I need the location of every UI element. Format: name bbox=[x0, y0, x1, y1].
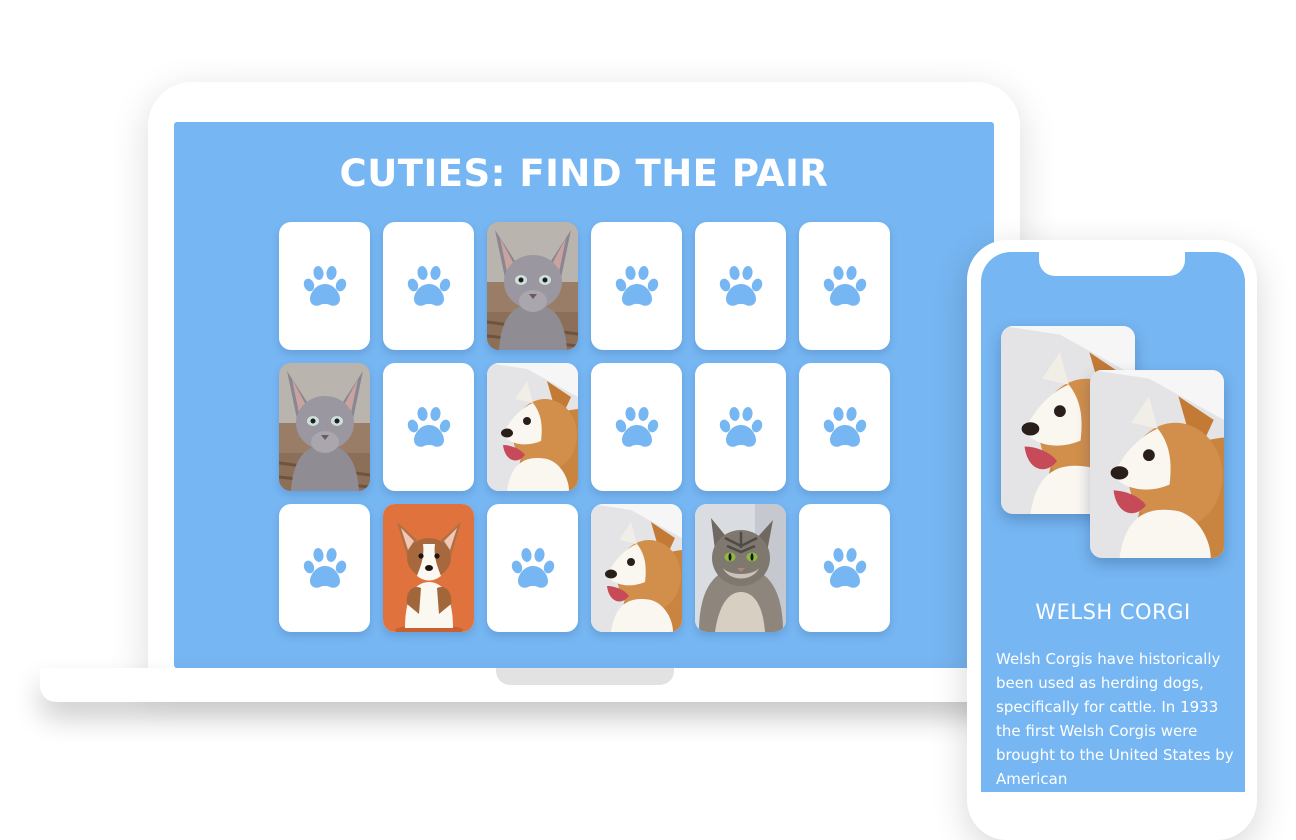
paw-icon bbox=[821, 546, 869, 590]
paw-icon bbox=[509, 546, 557, 590]
matched-card-right bbox=[1090, 370, 1224, 558]
card-face-down[interactable] bbox=[695, 222, 786, 350]
paw-icon bbox=[301, 546, 349, 590]
laptop-base bbox=[40, 668, 1040, 702]
card-face-down[interactable] bbox=[279, 504, 370, 632]
card-face-down[interactable] bbox=[383, 222, 474, 350]
paw-icon bbox=[821, 405, 869, 449]
sphynx-cat-icon bbox=[487, 222, 578, 350]
paw-icon bbox=[405, 264, 453, 308]
laptop-screen: CUTIES: FIND THE PAIR bbox=[174, 122, 994, 668]
card-face-down[interactable] bbox=[799, 222, 890, 350]
paw-icon bbox=[301, 264, 349, 308]
card-face-up[interactable] bbox=[591, 504, 682, 632]
paw-icon bbox=[405, 405, 453, 449]
card-face-down[interactable] bbox=[799, 504, 890, 632]
card-face-up[interactable] bbox=[695, 504, 786, 632]
sphynx-cat-icon bbox=[279, 363, 370, 491]
phone-screen: WELSH CORGI Welsh Corgis have historical… bbox=[981, 252, 1245, 792]
breed-name: WELSH CORGI bbox=[1035, 600, 1191, 624]
card-face-down[interactable] bbox=[591, 363, 682, 491]
welsh-corgi-icon bbox=[591, 504, 682, 632]
welsh-corgi-icon bbox=[487, 363, 578, 491]
card-face-down[interactable] bbox=[279, 222, 370, 350]
card-face-up[interactable] bbox=[279, 363, 370, 491]
paw-icon bbox=[717, 405, 765, 449]
paw-icon bbox=[613, 264, 661, 308]
card-face-up[interactable] bbox=[383, 504, 474, 632]
corgi-puppy-icon bbox=[383, 504, 474, 632]
card-face-down[interactable] bbox=[695, 363, 786, 491]
paw-icon bbox=[821, 264, 869, 308]
paw-icon bbox=[717, 264, 765, 308]
card-face-up[interactable] bbox=[487, 363, 578, 491]
maine-coon-cat-icon bbox=[695, 504, 786, 632]
phone-notch bbox=[1039, 252, 1185, 276]
card-face-down[interactable] bbox=[383, 363, 474, 491]
card-face-down[interactable] bbox=[591, 222, 682, 350]
corgi-icon bbox=[1090, 370, 1224, 558]
laptop-trackpad-notch bbox=[496, 668, 674, 685]
card-face-down[interactable] bbox=[799, 363, 890, 491]
card-face-down[interactable] bbox=[487, 504, 578, 632]
breed-description: Welsh Corgis have historically been used… bbox=[996, 650, 1234, 788]
paw-icon bbox=[613, 405, 661, 449]
card-face-up[interactable] bbox=[487, 222, 578, 350]
game-title: CUTIES: FIND THE PAIR bbox=[339, 152, 829, 195]
